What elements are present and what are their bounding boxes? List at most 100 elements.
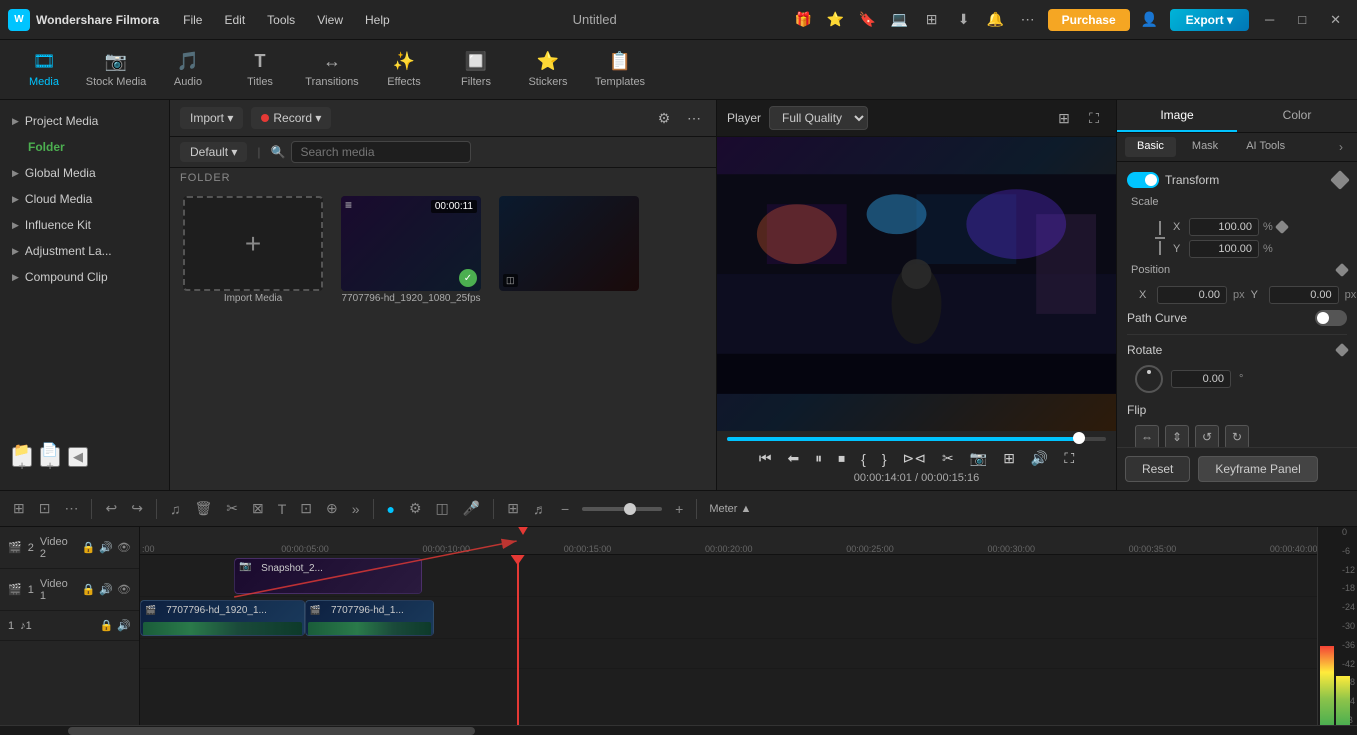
- scrollbar-thumb[interactable]: [68, 727, 475, 735]
- tl-split-button[interactable]: ✂: [221, 497, 243, 520]
- path-curve-toggle[interactable]: [1315, 310, 1347, 326]
- zoom-handle[interactable]: [624, 503, 636, 515]
- grid-view-icon[interactable]: ⊞: [1052, 106, 1076, 130]
- pause-button[interactable]: ⏸: [810, 447, 827, 470]
- fullscreen-icon[interactable]: ⛶: [1082, 106, 1106, 130]
- minimize-button[interactable]: ─: [1257, 8, 1282, 31]
- zoom-slider[interactable]: [582, 507, 662, 511]
- clip-snapshot[interactable]: 📷 Snapshot_2...: [234, 558, 422, 594]
- tl-delete-button[interactable]: 🗑: [189, 497, 217, 520]
- tl-grid-button[interactable]: ⊞: [8, 497, 30, 520]
- monitor-icon[interactable]: 💻: [888, 8, 912, 32]
- tl-settings-button[interactable]: ⚙: [404, 497, 427, 520]
- tl-undo-button[interactable]: ↩: [100, 497, 122, 520]
- tab-templates[interactable]: 📋 Templates: [584, 42, 656, 98]
- flip-vertical-button[interactable]: ⇕: [1165, 425, 1189, 447]
- reset-button[interactable]: Reset: [1125, 456, 1190, 482]
- pos-y-input[interactable]: [1269, 286, 1339, 304]
- new-item-button[interactable]: 📄+: [40, 447, 60, 467]
- subtab-mask[interactable]: Mask: [1180, 137, 1230, 157]
- subtab-basic[interactable]: Basic: [1125, 137, 1176, 157]
- tab-stock-media[interactable]: 📷 Stock Media: [80, 42, 152, 98]
- grid-icon[interactable]: ⊞: [920, 8, 944, 32]
- rotate-input[interactable]: [1171, 370, 1231, 388]
- scale-y-input[interactable]: [1189, 240, 1259, 258]
- scale-x-input[interactable]: [1189, 218, 1259, 236]
- track-lock-video1[interactable]: 🔒: [82, 583, 96, 596]
- clip-video1b[interactable]: 🎬 7707796-hd_1...: [305, 600, 434, 636]
- export-button[interactable]: Export ▾: [1170, 9, 1249, 31]
- flip-rotate-left-button[interactable]: ↺: [1195, 425, 1219, 447]
- sidebar-item-influence-kit[interactable]: ▶ Influence Kit: [0, 212, 169, 238]
- scale-x-keyframe[interactable]: [1275, 220, 1289, 234]
- pos-x-input[interactable]: [1157, 286, 1227, 304]
- split-button[interactable]: ✂: [937, 447, 959, 470]
- default-button[interactable]: Default ▾: [180, 142, 247, 162]
- menu-help[interactable]: Help: [357, 9, 398, 31]
- rotate-keyframe-icon[interactable]: [1335, 343, 1349, 357]
- tl-mix-button[interactable]: ⊞: [502, 497, 524, 520]
- mark-out-button[interactable]: }: [877, 448, 892, 470]
- track-eye-video1[interactable]: 👁: [117, 583, 131, 596]
- avatar-icon[interactable]: 👤: [1138, 8, 1162, 32]
- tab-titles[interactable]: T Titles: [224, 42, 296, 98]
- rotate-wheel[interactable]: [1135, 365, 1163, 393]
- track-volume-video2[interactable]: 🔊: [99, 541, 113, 554]
- transform-keyframe-icon[interactable]: [1330, 170, 1350, 190]
- maximize-button[interactable]: □: [1290, 8, 1314, 31]
- menu-edit[interactable]: Edit: [216, 9, 253, 31]
- sidebar-item-project-media[interactable]: ▶ Project Media: [0, 108, 169, 134]
- tab-effects[interactable]: ✨ Effects: [368, 42, 440, 98]
- flip-horizontal-button[interactable]: ⇔: [1135, 425, 1159, 447]
- purchase-button[interactable]: Purchase: [1048, 9, 1130, 31]
- mark-in-button[interactable]: {: [856, 448, 871, 470]
- tl-mark-button[interactable]: ◫: [431, 497, 454, 520]
- tl-more-button[interactable]: ⋯: [59, 497, 83, 520]
- sidebar-item-cloud-media[interactable]: ▶ Cloud Media: [0, 186, 169, 212]
- menu-file[interactable]: File: [175, 9, 210, 31]
- frame-back-button[interactable]: ⬅: [782, 447, 804, 470]
- search-input[interactable]: [291, 141, 471, 163]
- progress-handle[interactable]: [1073, 432, 1085, 444]
- import-button[interactable]: Import ▾: [180, 107, 243, 129]
- tab-stickers[interactable]: ⭐ Stickers: [512, 42, 584, 98]
- media-item-clip2[interactable]: ◫: [499, 196, 639, 291]
- tl-redo-button[interactable]: ↪: [126, 497, 148, 520]
- fullscreen-player-button[interactable]: ⛶: [1059, 447, 1079, 470]
- position-keyframe-icon[interactable]: [1335, 263, 1349, 277]
- sidebar-item-folder[interactable]: Folder: [0, 134, 169, 160]
- tl-zoom-in-button[interactable]: +: [670, 498, 688, 520]
- track-volume-video1[interactable]: 🔊: [99, 583, 113, 596]
- flip-rotate-right-button[interactable]: ↻: [1225, 425, 1249, 447]
- add-folder-button[interactable]: 📁+: [12, 447, 32, 467]
- star-icon[interactable]: ⭐: [824, 8, 848, 32]
- tab-audio[interactable]: 🎵 Audio: [152, 42, 224, 98]
- tl-snap-button[interactable]: ⊡: [34, 497, 56, 520]
- audio-button[interactable]: 🔊: [1026, 447, 1053, 470]
- step-back-button[interactable]: ⏮: [754, 447, 777, 470]
- pip-button[interactable]: ⊞: [998, 447, 1020, 470]
- tl-group-button[interactable]: ⊕: [321, 497, 343, 520]
- download-icon[interactable]: ⬇: [952, 8, 976, 32]
- progress-bar[interactable]: [727, 437, 1106, 441]
- transform-toggle-switch[interactable]: [1127, 172, 1159, 188]
- gift-icon[interactable]: 🎁: [792, 8, 816, 32]
- filter-icon[interactable]: ⚙: [652, 106, 676, 130]
- track-lock-video2[interactable]: 🔒: [82, 541, 96, 554]
- clip-nav-button[interactable]: ⊳⊲: [898, 447, 931, 470]
- more-options-icon[interactable]: ⋯: [682, 106, 706, 130]
- tl-crop-button[interactable]: ⊠: [247, 497, 269, 520]
- tl-audio2-button[interactable]: ♬: [528, 498, 552, 520]
- notification-icon[interactable]: 🔔: [984, 8, 1008, 32]
- apps-icon[interactable]: ⋯: [1016, 8, 1040, 32]
- subtab-ai-tools[interactable]: AI Tools: [1234, 137, 1297, 157]
- menu-tools[interactable]: Tools: [259, 9, 303, 31]
- track-volume-audio1[interactable]: 🔊: [117, 619, 131, 632]
- tl-active-button[interactable]: ●: [382, 498, 400, 520]
- tab-image[interactable]: Image: [1117, 100, 1237, 132]
- timeline-scrollbar[interactable]: [0, 725, 1357, 735]
- subtab-more-arrow[interactable]: ›: [1333, 137, 1349, 157]
- tab-color[interactable]: Color: [1237, 100, 1357, 132]
- tl-audio-button[interactable]: ♫: [165, 498, 186, 520]
- tl-resize-button[interactable]: ⊡: [295, 497, 317, 520]
